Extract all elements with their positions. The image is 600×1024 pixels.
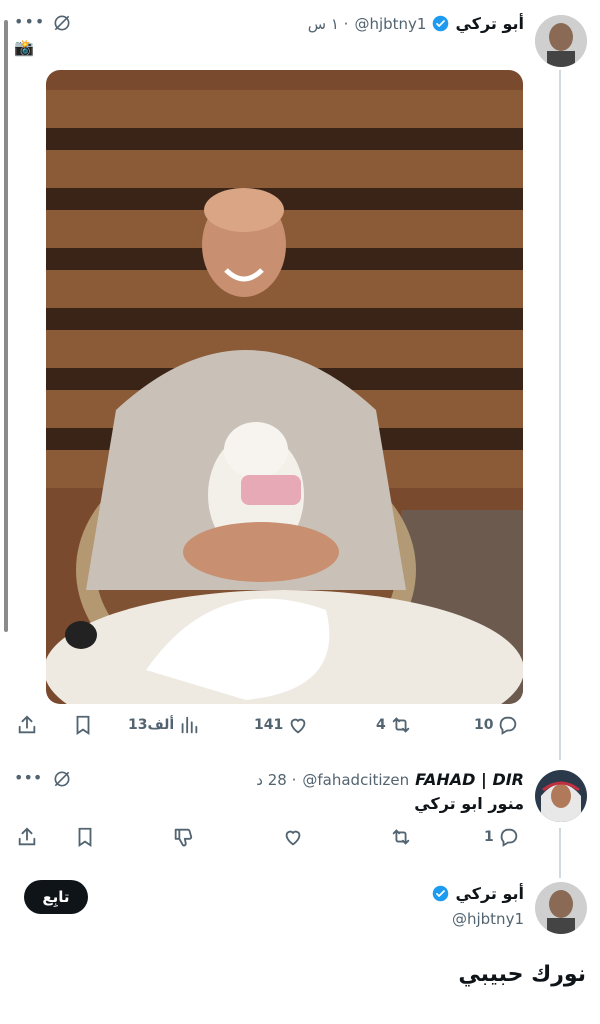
retweet-button[interactable]: 4	[376, 714, 412, 736]
handle[interactable]: @fahadcitizen	[302, 771, 409, 789]
timestamp[interactable]: · 28 د	[256, 771, 296, 789]
like-button[interactable]: 141	[254, 714, 309, 736]
more-options-icon[interactable]: •••	[14, 12, 44, 32]
reply-icon	[500, 828, 517, 847]
heart-icon	[290, 718, 306, 734]
like-count: 141	[254, 717, 284, 733]
retweet-count: 4	[376, 717, 386, 733]
reply-text: منور ابو تركي	[414, 794, 524, 813]
grok-icon[interactable]	[52, 769, 72, 789]
avatar[interactable]	[535, 882, 587, 934]
retweet-icon	[392, 829, 410, 845]
scrollbar[interactable]	[4, 20, 8, 632]
retweet-button[interactable]	[390, 826, 412, 848]
reply-button[interactable]: 1	[484, 826, 520, 848]
dislike-button[interactable]	[172, 826, 194, 848]
display-name[interactable]: أبو تركي	[455, 884, 524, 903]
bookmark-icon	[78, 827, 92, 847]
bookmark-button[interactable]	[72, 714, 94, 736]
handle[interactable]: @hjbtny1	[354, 15, 426, 33]
views-button[interactable]: 13ألف	[128, 714, 200, 736]
bookmark-icon	[76, 715, 90, 735]
avatar[interactable]	[535, 770, 587, 822]
thumbs-down-icon	[174, 828, 193, 847]
reply-icon	[500, 716, 517, 735]
avatar[interactable]	[535, 15, 587, 67]
timestamp[interactable]: · ١ س	[308, 15, 349, 33]
heart-icon	[285, 830, 301, 846]
share-icon	[18, 715, 36, 734]
thread-line	[559, 828, 561, 878]
like-button[interactable]	[282, 826, 304, 848]
reply-button[interactable]: 10	[474, 714, 519, 736]
verified-badge-icon	[433, 15, 449, 32]
tweet-text: نورك حبيبي	[458, 962, 586, 987]
views-count: 13ألف	[128, 717, 175, 733]
more-options-icon[interactable]: •••	[14, 768, 42, 788]
views-icon	[181, 716, 198, 734]
reply-count: 10	[474, 717, 494, 733]
bookmark-button[interactable]	[74, 826, 96, 848]
tweet-image[interactable]	[46, 70, 523, 704]
follow-button[interactable]: تابِع	[24, 880, 88, 914]
reply-count: 1	[484, 829, 494, 845]
share-button[interactable]	[16, 714, 38, 736]
camera-emoji-icon: 📸	[14, 38, 34, 57]
handle[interactable]: @hjbtny1	[452, 910, 524, 928]
share-icon	[18, 827, 36, 846]
grok-icon[interactable]	[52, 13, 72, 33]
thread-line	[559, 70, 561, 760]
retweet-icon	[392, 717, 409, 733]
share-button[interactable]	[16, 826, 38, 848]
display-name[interactable]: FAHAD | DIR	[415, 770, 524, 789]
verified-badge-icon	[433, 885, 449, 902]
display-name[interactable]: أبو تركي	[455, 14, 524, 33]
